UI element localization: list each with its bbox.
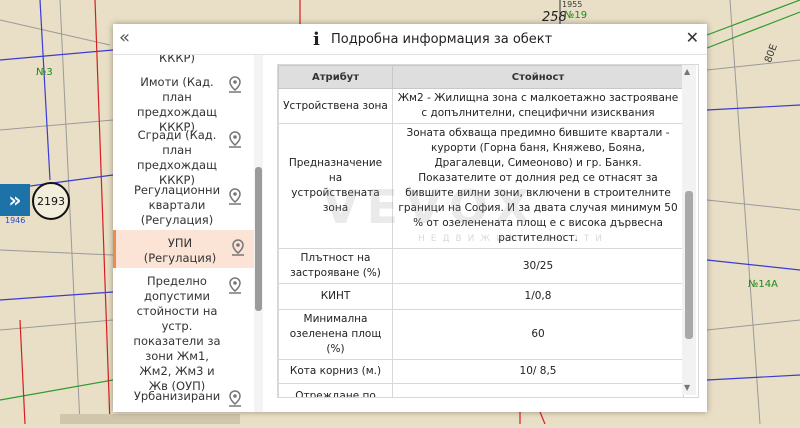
- table-row: КИНТ 1/0,8: [278, 283, 684, 310]
- map-pin-icon[interactable]: [228, 238, 248, 258]
- table-row: Минимална озеленена площ (%) 60: [278, 309, 684, 360]
- list-item[interactable]: Пределно допустими стойности на устр. по…: [113, 274, 253, 393]
- object-info-panel: « i Подробна информация за обект ✕ КККР)…: [113, 24, 707, 412]
- collapse-panel-button[interactable]: «: [119, 27, 130, 48]
- scroll-down-arrow-icon[interactable]: ▼: [684, 383, 690, 392]
- layer-list-scrollbar[interactable]: [254, 55, 263, 412]
- attribute-cell: Кота корниз (м.): [278, 359, 393, 384]
- value-cell: 1/0,8: [392, 283, 684, 310]
- attribute-cell: Устройствена зона: [278, 88, 393, 124]
- value-cell: Жм2 - Жилищна зона с малкоетажно застроя…: [392, 88, 684, 124]
- list-item[interactable]: Имоти (Кад. план предхождащ КККР): [113, 73, 253, 134]
- map-pin-icon[interactable]: [225, 130, 245, 150]
- value-cell: Зоната обхваща предимно бившите квартали…: [392, 123, 684, 249]
- attribute-cell: Плътност на застрояване (%): [278, 248, 393, 284]
- map-pin-icon[interactable]: [225, 276, 245, 296]
- list-item-active[interactable]: УПИ (Регулация): [113, 230, 256, 268]
- list-item-label: Имоти (Кад. план предхождащ КККР): [137, 75, 217, 134]
- double-chevron-right-icon: »: [8, 188, 22, 212]
- list-item-label: Урбанизирани: [133, 389, 221, 403]
- map-pin-icon[interactable]: [225, 187, 245, 207]
- attribute-cell: Предназначение на устройствената зона: [278, 123, 393, 249]
- value-cell: Частно мероприятие: [392, 383, 684, 397]
- attribute-cell: КИНТ: [278, 283, 393, 310]
- list-item[interactable]: Сгради (Кад. план предхождащ КККР): [113, 128, 253, 187]
- table-scrollbar[interactable]: ▲ ▼: [682, 65, 696, 395]
- table-row: Предназначение на устройствената зона Зо…: [278, 123, 684, 249]
- attribute-table: Атрибут Стойност Устройствена зона Жм2 -…: [278, 65, 684, 397]
- map-label: 1946: [5, 216, 26, 225]
- table-row: Отреждане по ПУП за Частно мероприятие: [278, 383, 684, 397]
- value-cell: 60: [392, 309, 684, 360]
- list-item-label: КККР): [159, 55, 195, 65]
- map-label: №19: [564, 10, 588, 21]
- list-item-label: УПИ (Регулация): [143, 236, 217, 265]
- column-header-attribute: Атрибут: [278, 65, 393, 89]
- attribute-cell: Минимална озеленена площ (%): [278, 309, 393, 360]
- list-item[interactable]: Урбанизирани: [113, 389, 253, 412]
- list-item[interactable]: Регулационни квартали (Регулация): [113, 183, 253, 233]
- expand-sidebar-button[interactable]: »: [0, 184, 30, 216]
- map-pin-icon[interactable]: [225, 75, 245, 95]
- list-item-label: Пределно допустими стойности на устр. по…: [133, 274, 221, 393]
- panel-title: Подробна информация за обект: [331, 32, 553, 47]
- table-row: Устройствена зона Жм2 - Жилищна зона с м…: [278, 88, 684, 124]
- map-pin-icon[interactable]: [225, 389, 245, 409]
- info-icon: i: [313, 29, 320, 50]
- value-cell: 10/ 8,5: [392, 359, 684, 384]
- scroll-up-arrow-icon[interactable]: ▲: [684, 67, 690, 76]
- map-label: №3: [36, 67, 53, 78]
- map-label: №14А: [748, 279, 778, 290]
- map-label: 1955: [562, 0, 583, 9]
- list-item[interactable]: КККР): [113, 55, 253, 71]
- scrollbar-thumb[interactable]: [685, 191, 693, 339]
- close-icon[interactable]: ✕: [686, 28, 699, 47]
- table-row: Плътност на застрояване (%) 30/25: [278, 248, 684, 284]
- table-row: Кота корниз (м.) 10/ 8,5: [278, 359, 684, 384]
- attribute-cell: Отреждане по ПУП за: [278, 383, 393, 397]
- parcel-number-marker[interactable]: 2193: [32, 182, 70, 220]
- list-item-label: Сгради (Кад. план предхождащ КККР): [137, 128, 217, 187]
- attribute-table-container: Атрибут Стойност Устройствена зона Жм2 -…: [277, 64, 699, 398]
- value-cell: 30/25: [392, 248, 684, 284]
- layer-list: КККР) Имоти (Кад. план предхождащ КККР) …: [113, 55, 263, 412]
- column-header-value: Стойност: [392, 65, 684, 89]
- scrollbar-thumb[interactable]: [255, 167, 262, 311]
- panel-header: « i Подробна информация за обект ✕: [113, 24, 707, 55]
- list-item-label: Регулационни квартали (Регулация): [133, 183, 221, 227]
